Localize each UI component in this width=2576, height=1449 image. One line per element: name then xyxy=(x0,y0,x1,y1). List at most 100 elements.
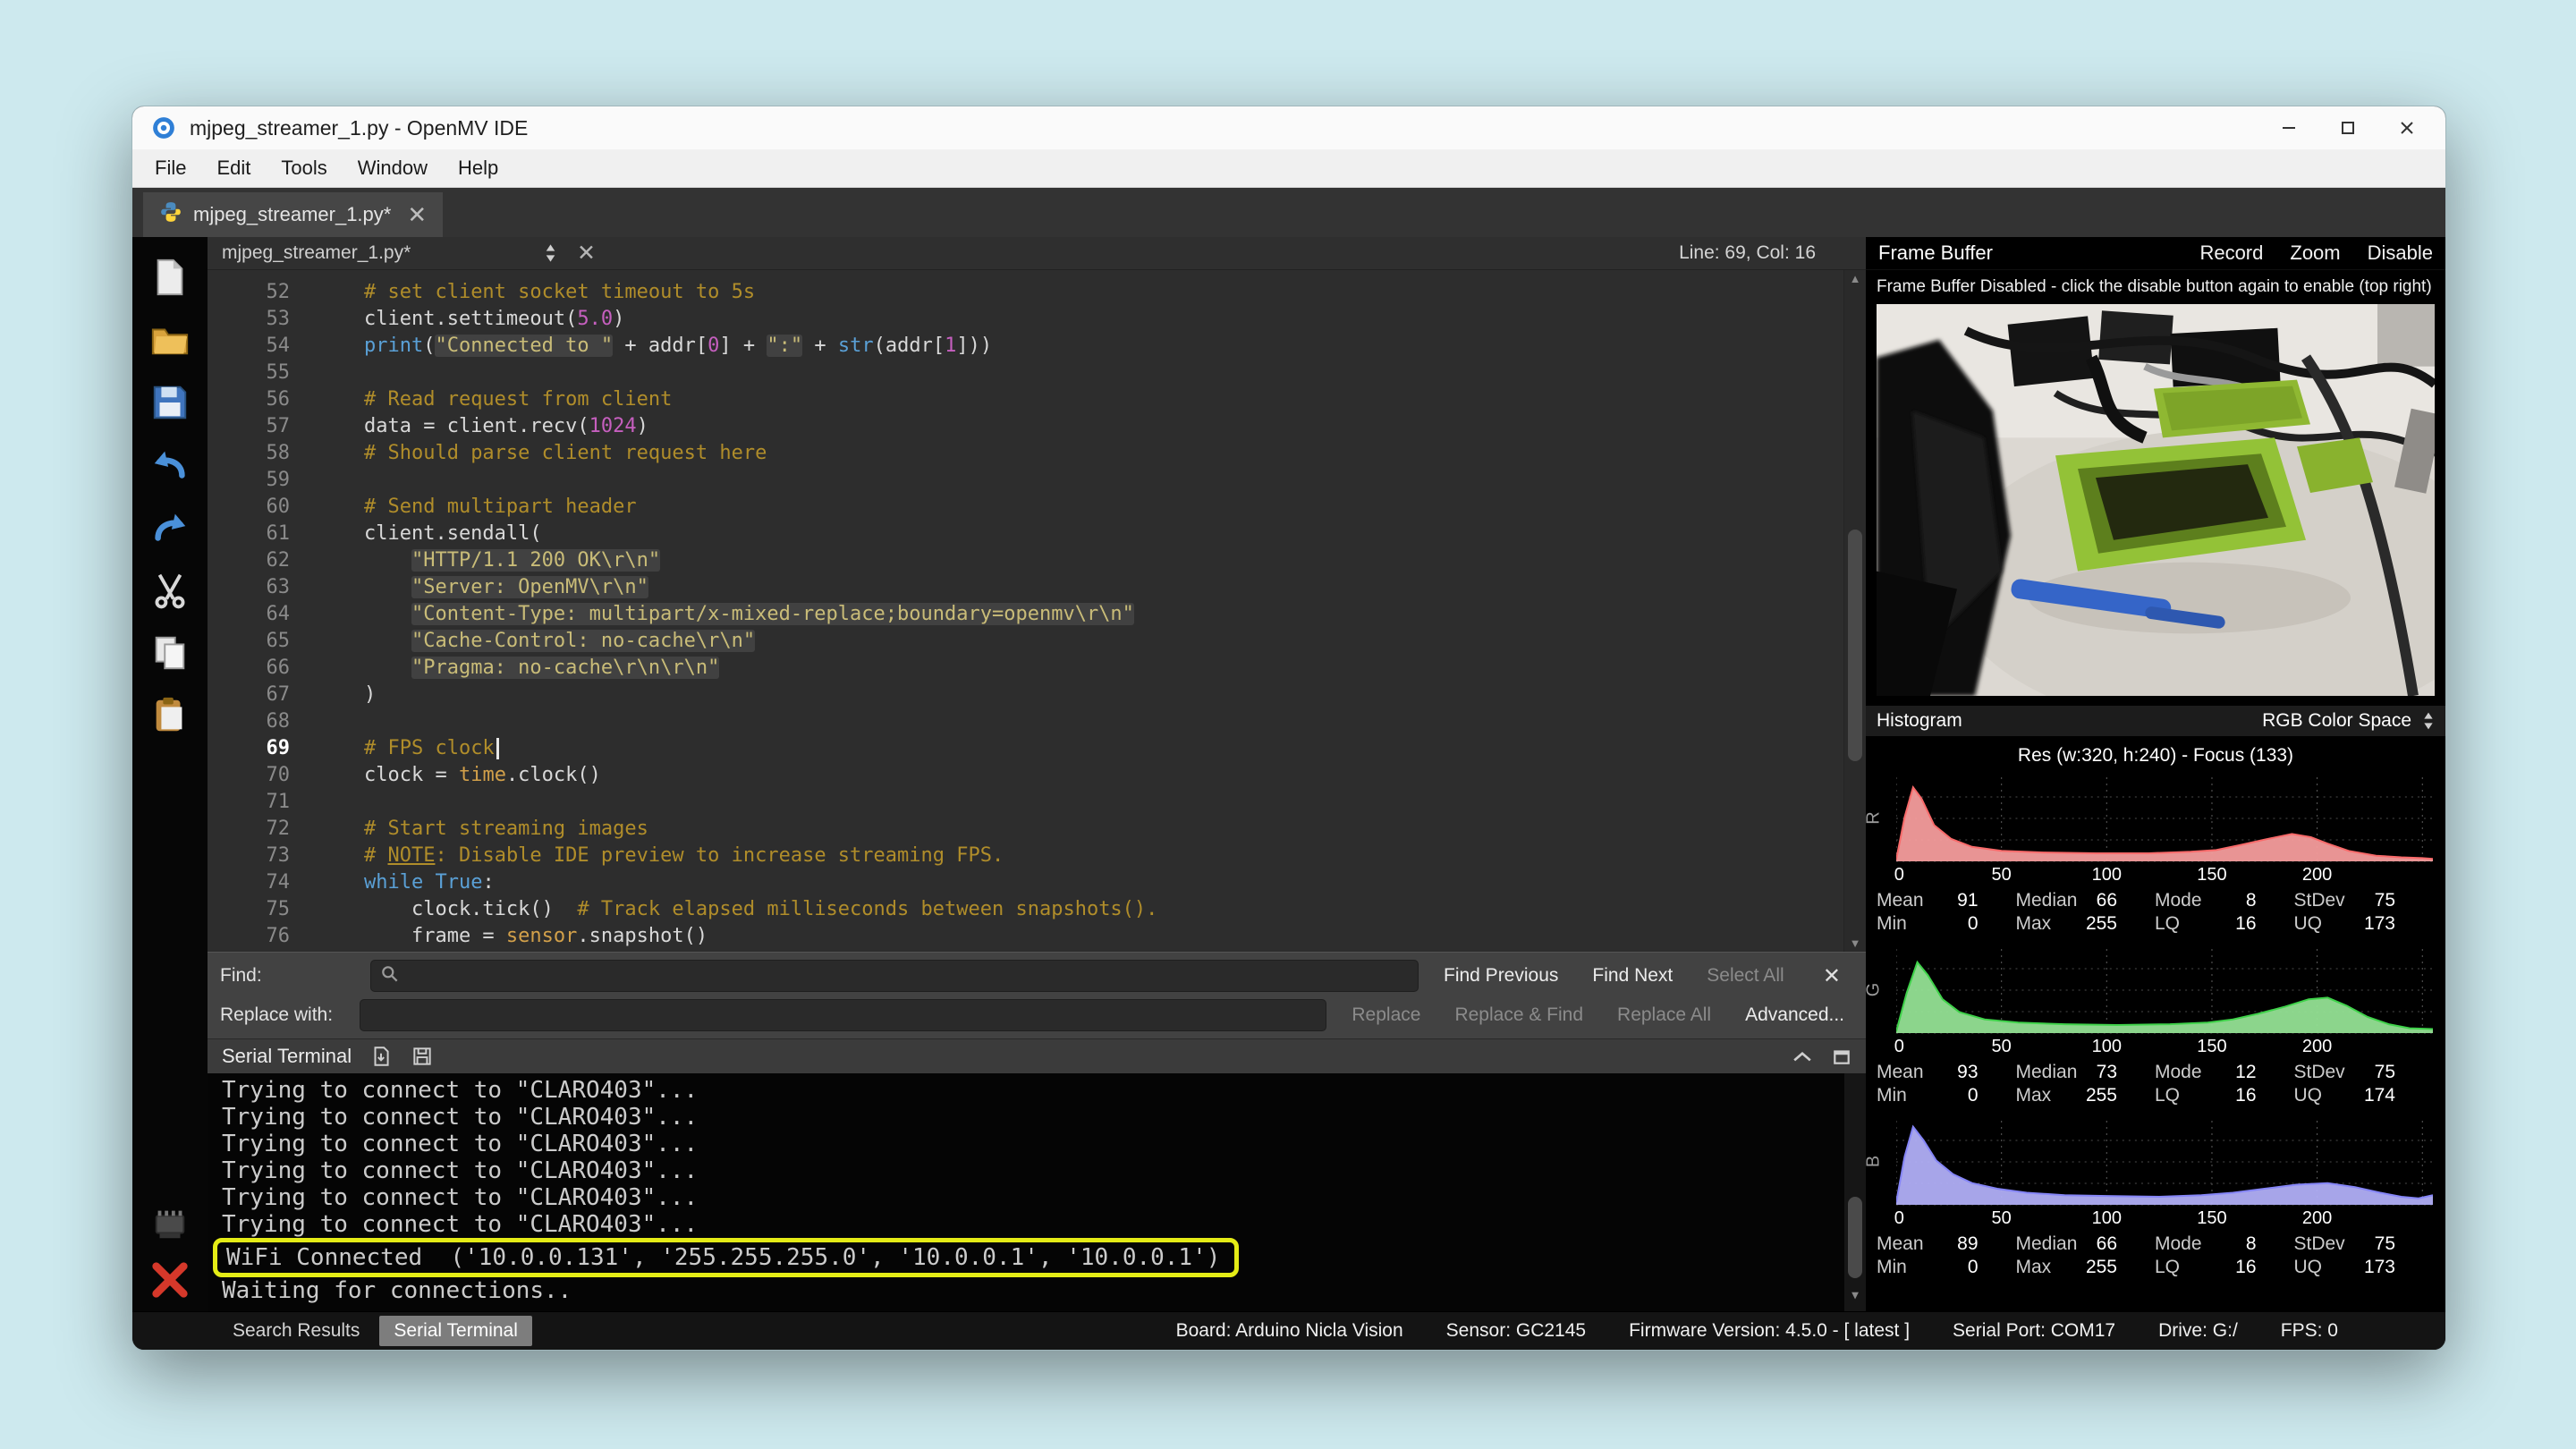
frame-buffer-title: Frame Buffer xyxy=(1878,242,1993,265)
open-file-icon[interactable] xyxy=(149,319,191,360)
select-all-button[interactable]: Select All xyxy=(1698,962,1792,990)
code-line: "Pragma: no-cache\r\n\r\n" xyxy=(317,655,1843,682)
histogram-x-ticks: 050100150200 xyxy=(1896,863,2433,886)
stat-value: 173 xyxy=(2364,1257,2395,1278)
editor-scrollbar[interactable]: ▲ ▼ xyxy=(1843,270,1866,952)
code-line: print("Connected to " + addr[0] + ":" + … xyxy=(317,333,1843,360)
maximize-button[interactable] xyxy=(2318,106,2377,149)
save-log-icon[interactable] xyxy=(411,1045,434,1068)
find-close-icon[interactable]: ✕ xyxy=(1810,963,1853,989)
stat-value: 255 xyxy=(2086,913,2117,935)
line-number: 53 xyxy=(208,306,290,333)
replace-and-find-button[interactable]: Replace & Find xyxy=(1445,1001,1592,1030)
close-button[interactable] xyxy=(2377,106,2436,149)
editor-scroll-thumb[interactable] xyxy=(1848,530,1862,761)
openmv-logo-icon xyxy=(150,114,177,141)
code-area[interactable]: # set client socket timeout to 5s client… xyxy=(308,270,1843,952)
save-file-icon[interactable] xyxy=(149,382,191,423)
document-dropdown-icon[interactable] xyxy=(544,242,557,264)
line-number: 68 xyxy=(208,708,290,735)
stat-value: 0 xyxy=(1968,1085,1979,1106)
replace-all-button[interactable]: Replace All xyxy=(1608,1001,1720,1030)
line-number: 73 xyxy=(208,843,290,869)
stat-value: 8 xyxy=(2246,1233,2257,1255)
record-button[interactable]: Record xyxy=(2199,242,2263,265)
code-line: clock = time.clock() xyxy=(317,762,1843,789)
line-number: 58 xyxy=(208,440,290,467)
menu-tools[interactable]: Tools xyxy=(266,157,342,180)
collapse-panel-icon[interactable] xyxy=(1792,1050,1812,1063)
connect-icon[interactable] xyxy=(149,1202,191,1243)
minimize-button[interactable] xyxy=(2259,106,2318,149)
menu-edit[interactable]: Edit xyxy=(201,157,266,180)
line-number: 57 xyxy=(208,413,290,440)
terminal-scrollbar[interactable]: ▼ xyxy=(1844,1073,1866,1311)
float-panel-icon[interactable] xyxy=(1832,1046,1852,1066)
code-editor[interactable]: 5253545556575859606162636465666768697071… xyxy=(208,270,1866,952)
document-close-icon[interactable]: ✕ xyxy=(577,240,596,267)
stat-value: 255 xyxy=(2086,1085,2117,1106)
stat-label: Median xyxy=(2016,1233,2078,1255)
menu-file[interactable]: File xyxy=(140,157,201,180)
code-line xyxy=(317,360,1843,386)
tab-label: mjpeg_streamer_1.py* xyxy=(193,203,391,226)
terminal-scroll-thumb[interactable] xyxy=(1848,1197,1862,1277)
histogram-title: Histogram xyxy=(1877,710,1962,732)
histogram-channel-g: G050100150200Mean93Median73Mode12StDev75… xyxy=(1866,942,2445,1114)
terminal-line: Trying to connect to "CLARO403"... xyxy=(222,1104,1839,1131)
stat-value: 91 xyxy=(1957,890,1978,911)
colorspace-dropdown[interactable]: RGB Color Space xyxy=(2262,710,2435,732)
stat-label: StDev xyxy=(2294,890,2345,911)
tab-close-icon[interactable]: ✕ xyxy=(407,201,427,229)
title-bar[interactable]: mjpeg_streamer_1.py - OpenMV IDE xyxy=(132,106,2445,149)
redo-icon[interactable] xyxy=(149,507,191,548)
stat-label: StDev xyxy=(2294,1062,2345,1083)
frame-buffer-header: Frame Buffer Record Zoom Disable xyxy=(1866,237,2445,270)
code-line: client.sendall( xyxy=(317,521,1843,547)
replace-input[interactable] xyxy=(360,999,1326,1031)
disconnect-icon[interactable] xyxy=(149,1259,191,1301)
cursor-position: Line: 69, Col: 16 xyxy=(1679,242,1816,264)
log-to-file-icon[interactable] xyxy=(369,1045,393,1068)
status-item: Sensor: GC2145 xyxy=(1446,1320,1586,1342)
menu-window[interactable]: Window xyxy=(343,157,443,180)
disable-button[interactable]: Disable xyxy=(2368,242,2433,265)
line-number: 62 xyxy=(208,547,290,574)
stat-label: Mean xyxy=(1877,1062,1924,1083)
statusbar-tab-search-results[interactable]: Search Results xyxy=(218,1316,374,1346)
code-line xyxy=(317,708,1843,735)
statusbar-tab-serial-terminal[interactable]: Serial Terminal xyxy=(379,1316,532,1346)
find-next-button[interactable]: Find Next xyxy=(1583,962,1682,990)
terminal-scroll-down-icon[interactable]: ▼ xyxy=(1844,1283,1866,1309)
search-icon xyxy=(380,964,400,988)
stat-value: 93 xyxy=(1957,1062,1978,1083)
stat-value: 66 xyxy=(2097,890,2117,911)
channel-axis-label: G xyxy=(1864,980,1885,1000)
colorspace-value: RGB Color Space xyxy=(2262,710,2411,732)
stat-label: Median xyxy=(2016,890,2078,911)
find-input[interactable] xyxy=(370,960,1419,992)
copy-icon[interactable] xyxy=(149,632,191,674)
histogram-stats: Mean93Median73Mode12StDev75Min0Max255LQ1… xyxy=(1877,1058,2433,1112)
code-line xyxy=(317,789,1843,816)
stat-label: Max xyxy=(2016,1257,2052,1278)
find-previous-button[interactable]: Find Previous xyxy=(1435,962,1567,990)
advanced-button[interactable]: Advanced... xyxy=(1736,1001,1853,1030)
line-number: 71 xyxy=(208,789,290,816)
document-selector[interactable]: mjpeg_streamer_1.py* xyxy=(222,242,544,264)
paste-icon[interactable] xyxy=(149,695,191,736)
cut-icon[interactable] xyxy=(149,570,191,611)
code-line: "Content-Type: multipart/x-mixed-replace… xyxy=(317,601,1843,628)
zoom-button[interactable]: Zoom xyxy=(2290,242,2340,265)
serial-terminal[interactable]: Trying to connect to "CLARO403"...Trying… xyxy=(208,1073,1866,1311)
scroll-up-icon[interactable]: ▲ xyxy=(1844,272,1866,285)
scroll-down-icon[interactable]: ▼ xyxy=(1844,936,1866,950)
tab-mjpeg-streamer[interactable]: mjpeg_streamer_1.py* ✕ xyxy=(143,192,443,237)
frame-buffer-preview xyxy=(1877,304,2435,696)
menu-help[interactable]: Help xyxy=(443,157,513,180)
line-number: 65 xyxy=(208,628,290,655)
undo-icon[interactable] xyxy=(149,445,191,486)
new-file-icon[interactable] xyxy=(149,257,191,298)
replace-button[interactable]: Replace xyxy=(1343,1001,1429,1030)
serial-terminal-title: Serial Terminal xyxy=(222,1045,352,1068)
